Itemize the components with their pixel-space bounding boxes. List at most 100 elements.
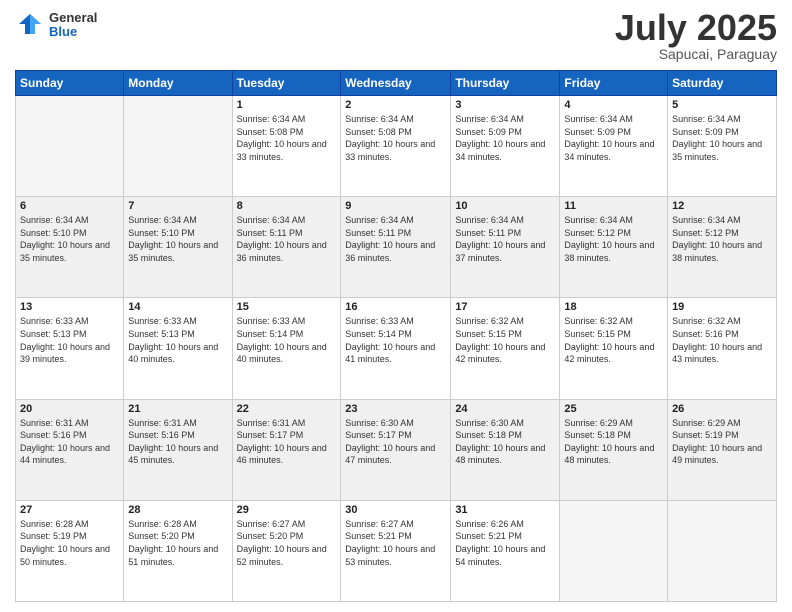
calendar-cell-5-7 (668, 500, 777, 601)
day-number: 9 (345, 200, 446, 212)
calendar-cell-4-3: 22 Sunrise: 6:31 AMSunset: 5:17 PMDayligh… (232, 399, 341, 500)
logo-blue: Blue (49, 25, 97, 39)
calendar-cell-5-3: 29Sunrise: 6:27 AMSunset: 5:20 PMDayligh… (232, 500, 341, 601)
day-info: Sunrise: 6:34 AMSunset: 5:12 PMDaylight:… (564, 214, 663, 264)
day-info: Sunrise: 6:29 AMSunset: 5:18 PMDaylight:… (564, 417, 663, 467)
day-number: 26 (672, 403, 772, 415)
day-number: 1 (237, 99, 337, 111)
calendar-cell-2-2: 7 Sunrise: 6:34 AMSunset: 5:10 PMDaylight… (124, 197, 232, 298)
th-monday: Monday (124, 71, 232, 96)
day-number: 7 (128, 200, 227, 212)
day-number: 8 (237, 200, 337, 212)
day-number: 31 (455, 504, 555, 516)
calendar-cell-5-4: 30 Sunrise: 6:27 AMSunset: 5:21 PMDayligh… (341, 500, 451, 601)
calendar-week-row-5: 27 Sunrise: 6:28 AMSunset: 5:19 PMDayligh… (16, 500, 777, 601)
day-info: Sunrise: 6:34 AMSunset: 5:08 PMDaylight:… (237, 113, 337, 163)
calendar-week-row-1: 1 Sunrise: 6:34 AMSunset: 5:08 PMDaylight… (16, 96, 777, 197)
day-number: 21 (128, 403, 227, 415)
calendar-week-row-4: 20 Sunrise: 6:31 AMSunset: 5:16 PMDayligh… (16, 399, 777, 500)
logo-general: General (49, 11, 97, 25)
day-info: Sunrise: 6:29 AMSunset: 5:19 PMDaylight:… (672, 417, 772, 467)
header: General Blue July 2025 Sapucai, Paraguay (15, 10, 777, 62)
day-info: Sunrise: 6:34 AMSunset: 5:11 PMDaylight:… (345, 214, 446, 264)
day-info: Sunrise: 6:34 AMSunset: 5:08 PMDaylight:… (345, 113, 446, 163)
month-title: July 2025 (615, 10, 777, 46)
day-number: 20 (20, 403, 119, 415)
calendar-cell-3-5: 17 Sunrise: 6:32 AMSunset: 5:15 PMDayligh… (451, 298, 560, 399)
day-number: 11 (564, 200, 663, 212)
calendar-cell-5-5: 31 Sunrise: 6:26 AMSunset: 5:21 PMDayligh… (451, 500, 560, 601)
calendar-cell-1-2 (124, 96, 232, 197)
logo: General Blue (15, 10, 97, 40)
calendar-cell-5-1: 27 Sunrise: 6:28 AMSunset: 5:19 PMDayligh… (16, 500, 124, 601)
day-info: Sunrise: 6:32 AMSunset: 5:15 PMDaylight:… (564, 315, 663, 365)
calendar-cell-5-6 (560, 500, 668, 601)
main-container: General Blue July 2025 Sapucai, Paraguay… (0, 0, 792, 612)
title-block: July 2025 Sapucai, Paraguay (615, 10, 777, 62)
day-number: 13 (20, 301, 119, 313)
day-info: Sunrise: 6:34 AMSunset: 5:09 PMDaylight:… (564, 113, 663, 163)
calendar-week-row-3: 13 Sunrise: 6:33 AMSunset: 5:13 PMDayligh… (16, 298, 777, 399)
day-info: Sunrise: 6:31 AMSunset: 5:16 PMDaylight:… (128, 417, 227, 467)
day-number: 16 (345, 301, 446, 313)
calendar-cell-3-7: 19 Sunrise: 6:32 AMSunset: 5:16 PMDayligh… (668, 298, 777, 399)
location-subtitle: Sapucai, Paraguay (615, 46, 777, 62)
day-info: Sunrise: 6:30 AMSunset: 5:18 PMDaylight:… (455, 417, 555, 467)
day-info: Sunrise: 6:32 AMSunset: 5:15 PMDaylight:… (455, 315, 555, 365)
day-info: Sunrise: 6:31 AMSunset: 5:16 PMDaylight:… (20, 417, 119, 467)
day-number: 3 (455, 99, 555, 111)
day-number: 18 (564, 301, 663, 313)
calendar-cell-4-6: 25Sunrise: 6:29 AMSunset: 5:18 PMDayligh… (560, 399, 668, 500)
calendar-cell-4-5: 24 Sunrise: 6:30 AMSunset: 5:18 PMDayligh… (451, 399, 560, 500)
day-number: 23 (345, 403, 446, 415)
day-info: Sunrise: 6:26 AMSunset: 5:21 PMDaylight:… (455, 518, 555, 568)
th-friday: Friday (560, 71, 668, 96)
day-number: 12 (672, 200, 772, 212)
calendar-cell-3-3: 15 Sunrise: 6:33 AMSunset: 5:14 PMDayligh… (232, 298, 341, 399)
calendar-cell-4-1: 20 Sunrise: 6:31 AMSunset: 5:16 PMDayligh… (16, 399, 124, 500)
day-info: Sunrise: 6:33 AMSunset: 5:13 PMDaylight:… (20, 315, 119, 365)
day-info: Sunrise: 6:28 AMSunset: 5:20 PMDaylight:… (128, 518, 227, 568)
day-number: 22 (237, 403, 337, 415)
calendar-cell-2-6: 11 Sunrise: 6:34 AMSunset: 5:12 PMDayligh… (560, 197, 668, 298)
day-info: Sunrise: 6:31 AMSunset: 5:17 PMDaylight:… (237, 417, 337, 467)
day-info: Sunrise: 6:32 AMSunset: 5:16 PMDaylight:… (672, 315, 772, 365)
day-number: 27 (20, 504, 119, 516)
th-thursday: Thursday (451, 71, 560, 96)
day-info: Sunrise: 6:27 AMSunset: 5:21 PMDaylight:… (345, 518, 446, 568)
day-number: 30 (345, 504, 446, 516)
calendar-cell-4-7: 26 Sunrise: 6:29 AMSunset: 5:19 PMDayligh… (668, 399, 777, 500)
day-number: 2 (345, 99, 446, 111)
day-number: 24 (455, 403, 555, 415)
day-info: Sunrise: 6:34 AMSunset: 5:11 PMDaylight:… (237, 214, 337, 264)
calendar-cell-1-5: 3Sunrise: 6:34 AMSunset: 5:09 PMDaylight… (451, 96, 560, 197)
day-info: Sunrise: 6:34 AMSunset: 5:10 PMDaylight:… (20, 214, 119, 264)
day-info: Sunrise: 6:28 AMSunset: 5:19 PMDaylight:… (20, 518, 119, 568)
day-info: Sunrise: 6:27 AMSunset: 5:20 PMDaylight:… (237, 518, 337, 568)
calendar-cell-2-3: 8 Sunrise: 6:34 AMSunset: 5:11 PMDaylight… (232, 197, 341, 298)
calendar-cell-2-5: 10 Sunrise: 6:34 AMSunset: 5:11 PMDayligh… (451, 197, 560, 298)
calendar-cell-1-1 (16, 96, 124, 197)
day-info: Sunrise: 6:34 AMSunset: 5:10 PMDaylight:… (128, 214, 227, 264)
day-info: Sunrise: 6:34 AMSunset: 5:12 PMDaylight:… (672, 214, 772, 264)
day-number: 17 (455, 301, 555, 313)
day-info: Sunrise: 6:33 AMSunset: 5:14 PMDaylight:… (237, 315, 337, 365)
day-number: 15 (237, 301, 337, 313)
calendar-cell-5-2: 28 Sunrise: 6:28 AMSunset: 5:20 PMDayligh… (124, 500, 232, 601)
calendar-cell-2-7: 12 Sunrise: 6:34 AMSunset: 5:12 PMDayligh… (668, 197, 777, 298)
calendar-cell-3-6: 18 Sunrise: 6:32 AMSunset: 5:15 PMDayligh… (560, 298, 668, 399)
day-info: Sunrise: 6:34 AMSunset: 5:11 PMDaylight:… (455, 214, 555, 264)
day-number: 19 (672, 301, 772, 313)
calendar-cell-1-3: 1 Sunrise: 6:34 AMSunset: 5:08 PMDaylight… (232, 96, 341, 197)
day-info: Sunrise: 6:33 AMSunset: 5:14 PMDaylight:… (345, 315, 446, 365)
day-number: 10 (455, 200, 555, 212)
th-saturday: Saturday (668, 71, 777, 96)
day-number: 4 (564, 99, 663, 111)
day-number: 5 (672, 99, 772, 111)
day-info: Sunrise: 6:33 AMSunset: 5:13 PMDaylight:… (128, 315, 227, 365)
calendar-cell-3-4: 16 Sunrise: 6:33 AMSunset: 5:14 PMDayligh… (341, 298, 451, 399)
day-number: 28 (128, 504, 227, 516)
day-info: Sunrise: 6:30 AMSunset: 5:17 PMDaylight:… (345, 417, 446, 467)
calendar-cell-3-2: 14Sunrise: 6:33 AMSunset: 5:13 PMDayligh… (124, 298, 232, 399)
calendar-week-row-2: 6Sunrise: 6:34 AMSunset: 5:10 PMDaylight… (16, 197, 777, 298)
